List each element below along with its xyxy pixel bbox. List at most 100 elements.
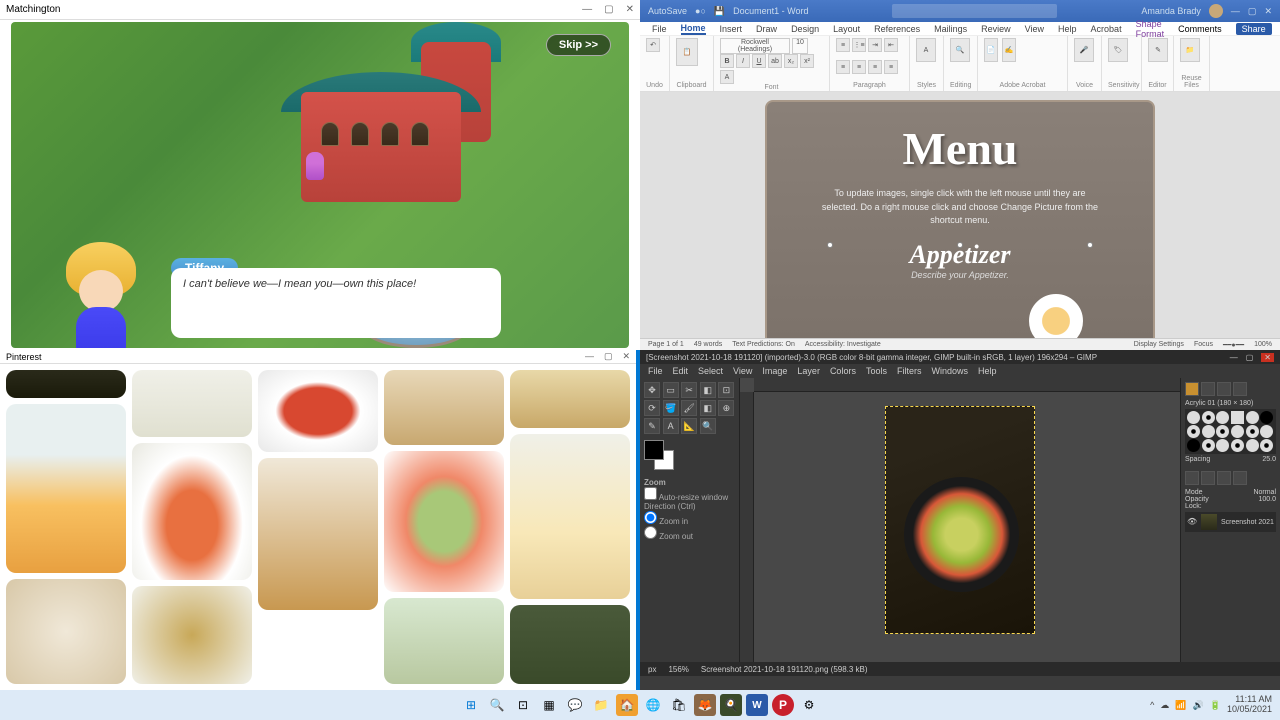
zoom-in-radio[interactable] — [644, 511, 657, 524]
pin-item[interactable] — [258, 370, 378, 452]
avatar[interactable] — [1209, 4, 1223, 18]
explorer-icon[interactable]: 📁 — [590, 694, 612, 716]
menu-select[interactable]: Select — [698, 366, 723, 376]
pin-item[interactable] — [384, 451, 504, 592]
window-min[interactable]: — — [1231, 6, 1240, 16]
eraser-tool[interactable]: ◧ — [700, 400, 716, 416]
widgets-icon[interactable]: ▦ — [538, 694, 560, 716]
rotate-tool[interactable]: ⟳ — [644, 400, 660, 416]
menu-card[interactable]: Menu To update images, single click with… — [765, 100, 1155, 338]
menu-filters[interactable]: Filters — [897, 366, 922, 376]
chevron-up-icon[interactable]: ^ — [1150, 700, 1154, 710]
page-indicator[interactable]: Page 1 of 1 — [648, 341, 684, 348]
menu-help[interactable]: Help — [978, 366, 997, 376]
brush-tool[interactable]: 🖌 — [681, 400, 697, 416]
zoom-combo[interactable]: 156% — [668, 665, 688, 674]
min-button[interactable]: — — [585, 351, 594, 362]
pin-item[interactable] — [6, 579, 126, 684]
adobe-pdf-icon[interactable]: 📄 — [984, 38, 998, 62]
tab-view[interactable]: View — [1025, 24, 1044, 34]
zoom-out-radio[interactable] — [644, 526, 657, 539]
window-close[interactable]: ✕ — [1264, 6, 1272, 17]
brush-preset[interactable] — [1216, 425, 1229, 438]
pin-item[interactable] — [384, 598, 504, 684]
editing-icon[interactable]: 🔍 — [950, 38, 970, 62]
dictate-icon[interactable]: 🎤 — [1074, 38, 1094, 62]
tab-references[interactable]: References — [874, 24, 920, 34]
user-name[interactable]: Amanda Brady — [1141, 6, 1201, 16]
visibility-icon[interactable]: 👁 — [1187, 517, 1197, 527]
brushes-tab[interactable] — [1185, 382, 1199, 396]
max-icon[interactable]: ▢ — [1246, 353, 1254, 362]
tab-home[interactable]: Home — [681, 23, 706, 35]
skip-button[interactable]: Skip >> — [546, 34, 611, 56]
underline-button[interactable]: U — [752, 54, 766, 68]
font-name-combo[interactable]: Rockwell (Headings) — [720, 38, 790, 54]
appetizer-image[interactable] — [1029, 294, 1083, 338]
zoom-tool[interactable]: 🔍 — [700, 418, 716, 434]
pin-item[interactable] — [384, 370, 504, 445]
pin-item[interactable] — [132, 586, 252, 684]
bullets-icon[interactable]: ≡ — [836, 38, 850, 52]
brush-preset[interactable] — [1202, 425, 1215, 438]
fg-bg-colors[interactable] — [644, 440, 676, 472]
tab-review[interactable]: Review — [981, 24, 1011, 34]
wifi-icon[interactable]: 📶 — [1175, 700, 1186, 711]
menu-layer[interactable]: Layer — [797, 366, 820, 376]
document-area[interactable]: Menu To update images, single click with… — [640, 92, 1280, 338]
brush-preset[interactable] — [1260, 411, 1273, 424]
transform-tool[interactable]: ◧ — [700, 382, 716, 398]
close-button[interactable]: ✕ — [626, 4, 634, 15]
start-button[interactable]: ⊞ — [460, 694, 482, 716]
brush-preset[interactable] — [1231, 411, 1244, 424]
pin-item[interactable] — [510, 605, 630, 684]
menu-colors[interactable]: Colors — [830, 366, 856, 376]
canvas[interactable] — [740, 378, 1180, 662]
pinterest-titlebar[interactable]: Pinterest — ▢ ✕ — [0, 350, 636, 364]
menu-edit[interactable]: Edit — [673, 366, 689, 376]
settings-taskbar-icon[interactable]: ⚙ — [798, 694, 820, 716]
word-count[interactable]: 49 words — [694, 341, 722, 348]
path-tool[interactable]: ✎ — [644, 418, 660, 434]
brush-preset[interactable] — [1202, 411, 1215, 424]
layer-row[interactable]: 👁 Screenshot 2021 — [1185, 512, 1276, 532]
pin-item[interactable] — [132, 370, 252, 437]
pin-item[interactable] — [258, 458, 378, 610]
measure-tool[interactable]: 📐 — [681, 418, 697, 434]
menu-tools[interactable]: Tools — [866, 366, 887, 376]
game-viewport[interactable]: Skip >> Tiffany I can't believe we—I mea… — [11, 22, 629, 348]
crop-tool[interactable]: ⊡ — [718, 382, 734, 398]
tab-design[interactable]: Design — [791, 24, 819, 34]
unit-combo[interactable]: px — [648, 665, 656, 674]
editor-icon[interactable]: ✎ — [1148, 38, 1168, 62]
display-settings[interactable]: Display Settings — [1134, 341, 1184, 349]
mode-combo[interactable]: Normal — [1253, 489, 1276, 496]
search-icon[interactable]: 🔍 — [486, 694, 508, 716]
italic-button[interactable]: I — [736, 54, 750, 68]
game-titlebar[interactable]: Matchington — ▢ ✕ — [0, 0, 640, 20]
search-box[interactable] — [892, 4, 1057, 18]
gimp-titlebar[interactable]: [Screenshot 2021-10-18 191120] (imported… — [640, 350, 1280, 364]
tab-file[interactable]: File — [652, 24, 667, 34]
store-icon[interactable]: 🛍 — [668, 694, 690, 716]
brush-preset[interactable] — [1187, 439, 1200, 452]
battery-icon[interactable]: 🔋 — [1210, 700, 1221, 711]
brush-preset[interactable] — [1246, 411, 1259, 424]
game-taskbar-icon[interactable]: 🏠 — [616, 694, 638, 716]
layers-tab[interactable] — [1185, 471, 1199, 485]
pin-item[interactable] — [510, 434, 630, 599]
tab-mailings[interactable]: Mailings — [934, 24, 967, 34]
brush-preset[interactable] — [1187, 411, 1200, 424]
image-taskbar-icon[interactable]: 🍳 — [720, 694, 742, 716]
pinterest-taskbar-icon[interactable]: P — [772, 694, 794, 716]
volume-icon[interactable]: 🔊 — [1193, 700, 1204, 711]
brush-preset[interactable] — [1260, 439, 1273, 452]
pin-item[interactable] — [132, 443, 252, 580]
ruler-horizontal[interactable] — [754, 378, 1180, 392]
word-taskbar-icon[interactable]: W — [746, 694, 768, 716]
share-button[interactable]: Share — [1236, 23, 1272, 35]
pin-item[interactable] — [6, 370, 126, 398]
menu-image[interactable]: Image — [762, 366, 787, 376]
focus-mode[interactable]: Focus — [1194, 341, 1213, 349]
tab-insert[interactable]: Insert — [720, 24, 743, 34]
